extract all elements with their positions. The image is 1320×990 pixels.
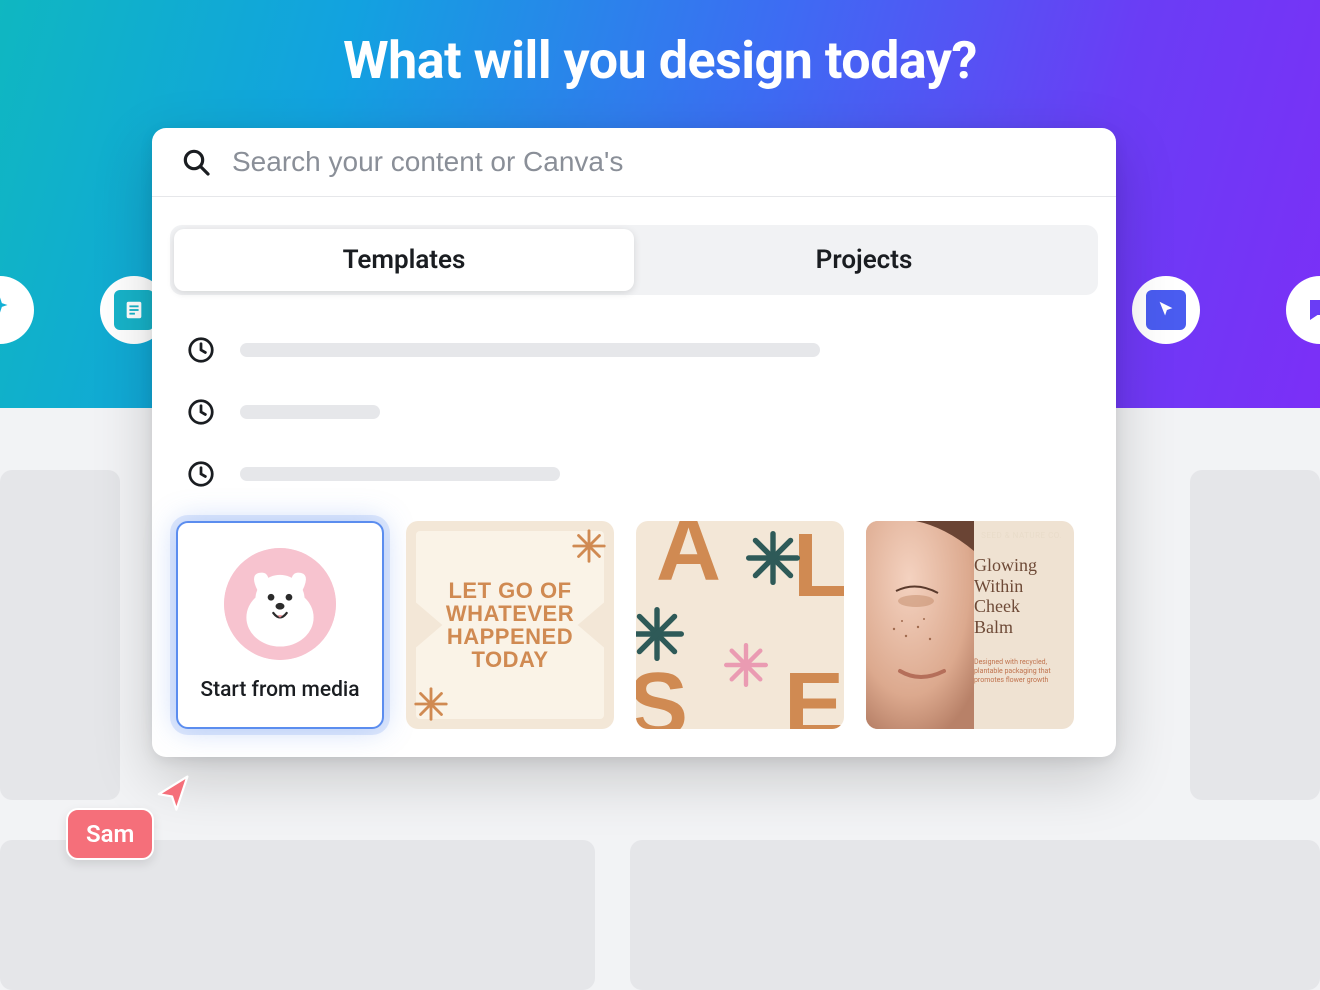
tab-templates[interactable]: Templates	[174, 229, 634, 291]
balm-brand: SEED & NATURE CO.	[981, 531, 1062, 540]
bg-placeholder-tile	[1190, 470, 1320, 800]
template-suggestions-row: Start from media LET GO OF WHATEVER HAPP…	[152, 513, 1116, 757]
starburst-icon	[570, 527, 608, 565]
letter-s: S	[636, 654, 688, 729]
start-media-thumbnail	[224, 548, 336, 660]
bg-placeholder-tile	[0, 470, 120, 800]
recent-placeholder-bar	[240, 467, 560, 481]
search-dropdown-panel: Templates Projects	[152, 128, 1116, 757]
document-icon	[123, 299, 145, 321]
recent-placeholder-bar	[240, 343, 820, 357]
recent-item[interactable]	[186, 319, 1088, 381]
chat-icon	[1305, 295, 1320, 325]
letter-l: L	[793, 521, 844, 618]
recent-item[interactable]	[186, 443, 1088, 505]
balm-text-panel: Glowing Within Cheek Balm Designed with …	[974, 555, 1066, 685]
bg-placeholder-tile	[630, 840, 1320, 990]
letter-e: E	[784, 654, 844, 729]
starburst-icon	[746, 531, 800, 585]
search-bar[interactable]	[152, 128, 1116, 197]
clock-icon	[186, 397, 216, 427]
recent-searches-list	[152, 295, 1116, 513]
starburst-icon	[412, 685, 450, 723]
dog-avatar-icon	[224, 548, 336, 660]
cursor-fill-icon	[1155, 299, 1177, 321]
search-icon	[180, 146, 212, 178]
bg-action-pill	[1132, 276, 1200, 344]
bg-placeholder-tile	[0, 840, 595, 990]
start-media-label: Start from media	[200, 678, 359, 702]
cursor-icon	[150, 770, 194, 814]
clock-icon	[186, 459, 216, 489]
starburst-icon	[724, 643, 768, 687]
clock-icon	[186, 335, 216, 365]
hero-title: What will you design today?	[0, 30, 1320, 91]
recent-placeholder-bar	[240, 405, 380, 419]
template-quote-card[interactable]: LET GO OF WHATEVER HAPPENED TODAY	[406, 521, 614, 729]
search-tabs: Templates Projects	[170, 225, 1098, 295]
sparkle-icon	[0, 295, 15, 325]
collaborator-cursor	[150, 770, 194, 814]
starburst-icon	[636, 607, 684, 661]
letter-a: A	[656, 521, 721, 602]
face-image-placeholder	[866, 521, 974, 729]
start-from-media-card[interactable]: Start from media	[176, 521, 384, 729]
template-balm-card[interactable]: SEED & NATURE CO. Glowing Within Cheek B…	[866, 521, 1074, 729]
search-input[interactable]	[232, 146, 1088, 178]
quote-text: LET GO OF WHATEVER HAPPENED TODAY	[428, 579, 592, 671]
collaborator-name-tag: Sam	[66, 808, 154, 860]
recent-item[interactable]	[186, 381, 1088, 443]
template-letters-card[interactable]: A L S E	[636, 521, 844, 729]
tab-projects[interactable]: Projects	[634, 229, 1094, 291]
